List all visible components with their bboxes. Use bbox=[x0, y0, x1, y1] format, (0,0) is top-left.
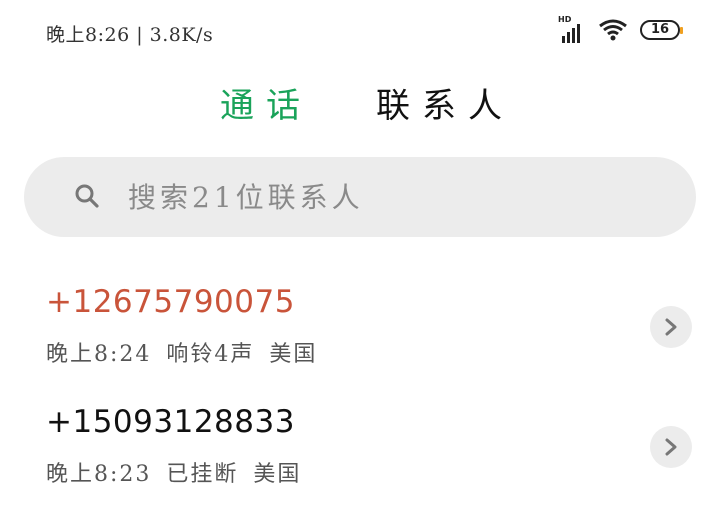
call-meta: 晚上8:23 已挂断 美国 bbox=[46, 456, 307, 488]
network-type-label: HD bbox=[558, 15, 572, 24]
call-status: 响铃4声 bbox=[166, 342, 255, 367]
call-time: 晚上8:23 bbox=[46, 462, 152, 487]
status-bar: 晚上8:26 | 3.8K/s HD 16 bbox=[0, 0, 720, 62]
search-bar[interactable] bbox=[24, 157, 696, 237]
call-detail-button[interactable] bbox=[650, 306, 692, 348]
search-input[interactable] bbox=[128, 175, 668, 219]
call-location: 美国 bbox=[269, 342, 318, 367]
status-time: 晚上8:26 | 3.8K/s bbox=[46, 24, 214, 46]
battery-level: 16 bbox=[650, 22, 670, 37]
tab-contacts[interactable]: 联系人 bbox=[376, 78, 514, 127]
call-log-item[interactable]: +12675790075 晚上8:24 响铃4声 美国 bbox=[0, 278, 720, 388]
signal-icon: HD bbox=[558, 15, 586, 43]
status-icons: HD 16 bbox=[558, 15, 683, 43]
chevron-right-icon bbox=[665, 438, 677, 456]
wifi-icon bbox=[599, 19, 627, 41]
call-meta: 晚上8:24 响铃4声 美国 bbox=[46, 336, 323, 368]
call-number: +12675790075 bbox=[46, 284, 295, 320]
call-time: 晚上8:24 bbox=[46, 342, 152, 367]
call-number: +15093128833 bbox=[46, 404, 295, 440]
tab-calls[interactable]: 通话 bbox=[220, 78, 312, 127]
call-status: 已挂断 bbox=[166, 462, 239, 487]
call-location: 美国 bbox=[253, 462, 302, 487]
chevron-right-icon bbox=[665, 318, 677, 336]
call-detail-button[interactable] bbox=[650, 426, 692, 468]
call-log-item[interactable]: +15093128833 晚上8:23 已挂断 美国 bbox=[0, 398, 720, 508]
tab-bar: 通话 联系人 bbox=[0, 78, 720, 128]
search-icon bbox=[75, 184, 99, 208]
battery-icon: 16 bbox=[640, 20, 683, 40]
